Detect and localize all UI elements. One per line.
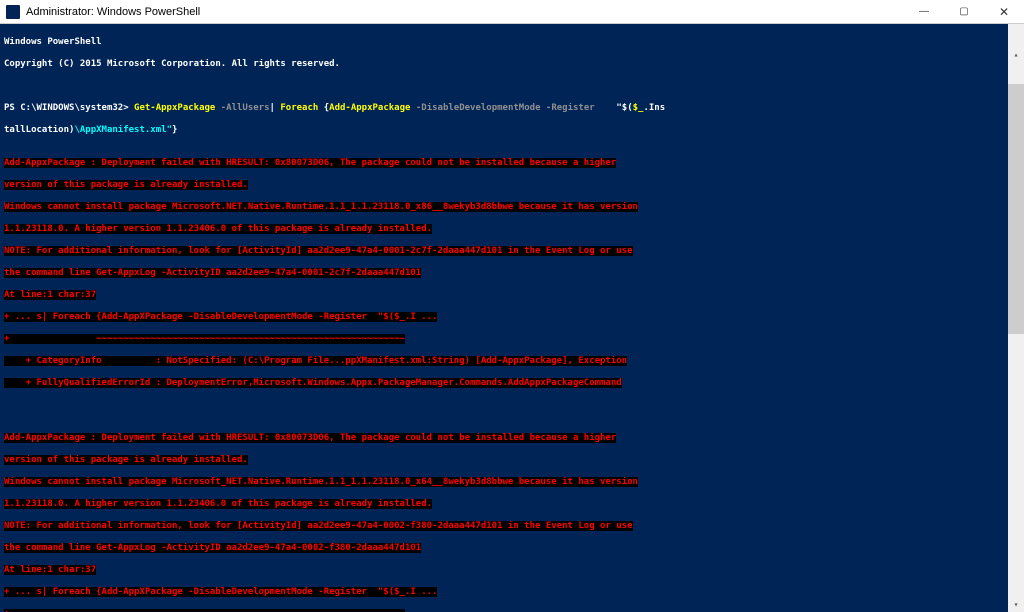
- maximize-button[interactable]: ▢: [944, 0, 984, 23]
- window-controls: — ▢ ✕: [904, 0, 1024, 23]
- error-1-l1: Add-AppxPackage : Deployment failed with…: [4, 158, 1020, 169]
- window-title: Administrator: Windows PowerShell: [26, 6, 904, 18]
- scrollbar-track[interactable]: ▴ ▾: [1008, 24, 1024, 612]
- terminal-viewport[interactable]: Windows PowerShell Copyright (C) 2015 Mi…: [0, 24, 1024, 612]
- titlebar[interactable]: Administrator: Windows PowerShell — ▢ ✕: [0, 0, 1024, 24]
- scrollbar-up-arrow-icon[interactable]: ▴: [1008, 46, 1024, 62]
- error-2-l6: the command line Get-AppxLog -ActivityID…: [4, 543, 1020, 554]
- error-2-l3: Windows cannot install package Microsoft…: [4, 477, 1020, 488]
- scrollbar-thumb[interactable]: [1008, 84, 1024, 334]
- blank-line: [4, 81, 1020, 92]
- error-1-l8: + ... s| Foreach {Add-AppXPackage -Disab…: [4, 312, 1020, 323]
- close-button[interactable]: ✕: [984, 0, 1024, 23]
- scrollbar-down-arrow-icon[interactable]: ▾: [1008, 596, 1024, 612]
- error-2-l2: version of this package is already insta…: [4, 455, 1020, 466]
- error-2-l1: Add-AppxPackage : Deployment failed with…: [4, 433, 1020, 444]
- error-1-l11: + FullyQualifiedErrorId : DeploymentErro…: [4, 378, 1020, 389]
- error-2-l4: 1.1.23118.0. A higher version 1.1.23406.…: [4, 499, 1020, 510]
- error-1-l3: Windows cannot install package Microsoft…: [4, 202, 1020, 213]
- error-1-l10: + CategoryInfo : NotSpecified: (C:\Progr…: [4, 356, 1020, 367]
- prompt-line-2: tallLocation)\AppXManifest.xml"}: [4, 125, 1020, 136]
- error-1-l7: At line:1 char:37: [4, 290, 1020, 301]
- error-2-l5: NOTE: For additional information, look f…: [4, 521, 1020, 532]
- error-1-l5: NOTE: For additional information, look f…: [4, 246, 1020, 257]
- minimize-button[interactable]: —: [904, 0, 944, 23]
- header-line-1: Windows PowerShell: [4, 37, 1020, 48]
- error-1-l4: 1.1.23118.0. A higher version 1.1.23406.…: [4, 224, 1020, 235]
- header-copyright: Copyright (C) 2015 Microsoft Corporation…: [4, 59, 1020, 70]
- powershell-icon: [6, 5, 20, 19]
- error-2-l8: + ... s| Foreach {Add-AppXPackage -Disab…: [4, 587, 1020, 598]
- error-1-l9: + ~~~~~~~~~~~~~~~~~~~~~~~~~~~~~~~~~~~~~~…: [4, 334, 1020, 345]
- prompt-line-1: PS C:\WINDOWS\system32> Get-AppxPackage …: [4, 103, 1020, 114]
- blank-err-1: [4, 400, 1020, 411]
- error-2-l7: At line:1 char:37: [4, 565, 1020, 576]
- error-1-l6: the command line Get-AppxLog -ActivityID…: [4, 268, 1020, 279]
- error-1-l2: version of this package is already insta…: [4, 180, 1020, 191]
